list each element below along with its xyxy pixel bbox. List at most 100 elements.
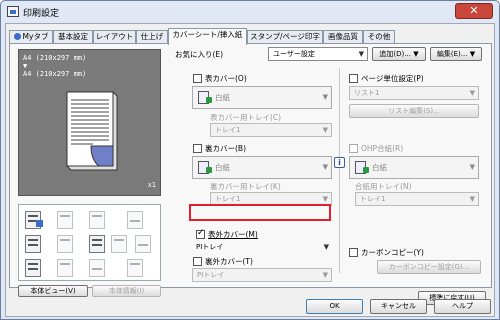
page-unit-list-select[interactable]: リスト1 ▼ [349,86,479,100]
ok-button[interactable]: OK [306,299,363,314]
front-cover-tray-label: 表カバー用トレイ(C) [210,113,282,122]
help-button[interactable]: ヘルプ [434,299,491,314]
column-divider [339,68,340,273]
paper-icon [198,91,212,104]
front-outer-tray-value: PIトレイ [196,243,224,251]
punch-icon [127,211,143,229]
tray-icon [57,259,73,277]
ohp-label: OHP合紙(R) [361,144,404,153]
chevron-down-icon: ▼ [358,50,364,58]
preview-original-size: A4 (210x297 mm) [23,54,87,62]
close-button[interactable]: ✕ [455,3,493,19]
printer-tray-icon [25,211,43,229]
finisher-icon [25,235,41,253]
front-outer-cover-tray-select[interactable]: PIトレイ ▼ [192,241,332,255]
favorites-select[interactable]: ユーザー設定 ▼ [268,47,368,61]
highlight-frame [189,204,331,221]
front-outer-cover-label: 表外カバー(M) [208,230,258,239]
chevron-down-icon: ▼ [323,243,329,251]
chevron-down-icon: ▼ [322,163,328,171]
front-cover-tray-select[interactable]: トレイ1 ▼ [210,123,332,137]
ohp-tray-label: 合紙用トレイ(N) [355,182,412,191]
preview-copies: x1 [147,181,156,189]
chevron-down-icon: ▼ [469,195,475,203]
page-unit-list-value: リスト1 [354,89,380,97]
window-title: 印刷設定 [23,9,60,19]
paper-icon [198,161,212,174]
copy-icon [89,211,105,229]
tab-basic[interactable]: 基本設定 [53,30,93,44]
print-settings-window: 印刷設定 ✕ Myタブ 基本設定 レイアウト 仕上げ カバーシート/挿入紙 スタ… [0,0,500,320]
tab-label: Myタブ [22,32,49,41]
device-option-icons [18,204,161,281]
front-cover-paper[interactable]: 白紙 ▼ [192,86,332,109]
tab-my-tab[interactable]: Myタブ [9,30,53,44]
page-unit-label: ページ単位設定(P) [361,74,424,83]
tab-panel: A4 (210x297 mm) ▼ A4 (210x297 mm) x1 本体ビ… [9,43,492,305]
device-view-button[interactable]: 本体ビュー(V) [18,285,88,297]
carbon-copy-label: カーボンコピー(Y) [361,248,424,257]
booklet-icon [135,235,151,253]
front-cover-paper-value: 白紙 [215,93,230,102]
edit-label: 編集(E)... [436,50,468,58]
chevron-down-icon: ▼ [469,50,476,58]
front-cover-tray-value: トレイ1 [215,126,241,134]
tab-other[interactable]: その他 [363,30,395,44]
chevron-down-icon: ▼ [469,163,475,171]
cancel-button[interactable]: キャンセル [370,299,427,314]
back-outer-tray-value: PIトレイ [197,271,225,279]
ohp-tray-select[interactable]: トレイ1 ▼ [355,192,479,206]
back-cover-label: 裏カバー(B) [205,144,246,153]
ohp-checkbox[interactable] [349,144,358,153]
add-favorite-button[interactable]: 追加(D)... ▼ [372,47,426,61]
device-info-button[interactable]: 本体情報(I) [92,285,161,297]
paper-icon [355,161,369,174]
staple-icon [57,211,73,229]
box-icon [127,259,143,277]
chevron-down-icon: ▼ [322,271,328,279]
add-label: 追加(D)... [379,50,411,58]
back-outer-cover-checkbox[interactable] [193,257,202,266]
edit-favorite-button[interactable]: 編集(E)... ▼ [430,47,482,61]
back-cover-checkbox[interactable] [193,144,202,153]
back-outer-cover-label: 裏外カバー(T) [205,257,253,266]
chevron-down-icon: ▼ [413,50,419,58]
document-icon [89,235,105,253]
printer-icon [7,6,19,17]
tab-stamp[interactable]: スタンプ/ページ印字 [247,30,323,44]
cover-page-illustration [66,91,118,171]
chevron-down-icon: ▼ [322,93,328,101]
chevron-down-icon: ▼ [469,89,475,97]
tab-finishing[interactable]: 仕上げ [136,30,168,44]
info-icon[interactable]: i [334,157,345,168]
ohp-paper[interactable]: 白紙 ▼ [349,156,479,179]
device-icon [25,259,41,277]
edit-list-button[interactable]: リスト編集(S)... [349,104,479,118]
favorites-value: ユーザー設定 [273,50,315,58]
carbon-copy-settings-button[interactable]: カーボンコピー設定(G)... [377,260,481,274]
back-cover-paper[interactable]: 白紙 ▼ [192,156,332,179]
ohp-paper-value: 白紙 [372,163,387,172]
favorites-label: お気に入り(E) [175,50,224,59]
title-bar: 印刷設定 ✕ [1,1,499,23]
page-unit-checkbox[interactable] [349,74,358,83]
front-cover-checkbox[interactable] [193,74,202,83]
ohp-tray-value: トレイ1 [360,195,386,203]
back-outer-cover-tray-select[interactable]: PIトレイ ▼ [192,268,332,282]
preview-arrow: ▼ [23,62,28,70]
preview-output-size: A4 (210x297 mm) [23,70,87,78]
stack-icon [89,259,105,277]
back-cover-tray-value: トレイ1 [215,195,241,203]
chevron-down-icon: ▼ [322,126,328,134]
paper-preview: A4 (210x297 mm) ▼ A4 (210x297 mm) x1 [18,49,161,196]
tab-layout[interactable]: レイアウト [93,30,136,44]
front-outer-cover-checkbox[interactable] [196,228,205,239]
tab-image-quality[interactable]: 画像品質 [323,30,363,44]
back-cover-tray-label: 裏カバー用トレイ(K) [210,182,281,191]
sorter-icon [57,235,73,253]
tab-cover-sheet[interactable]: カバーシート/挿入紙 [168,28,247,45]
back-cover-paper-value: 白紙 [215,163,230,172]
dialog-body: Myタブ 基本設定 レイアウト 仕上げ カバーシート/挿入紙 スタンプ/ページ印… [5,23,495,317]
fold-icon [111,235,127,253]
carbon-copy-checkbox[interactable] [349,248,358,257]
